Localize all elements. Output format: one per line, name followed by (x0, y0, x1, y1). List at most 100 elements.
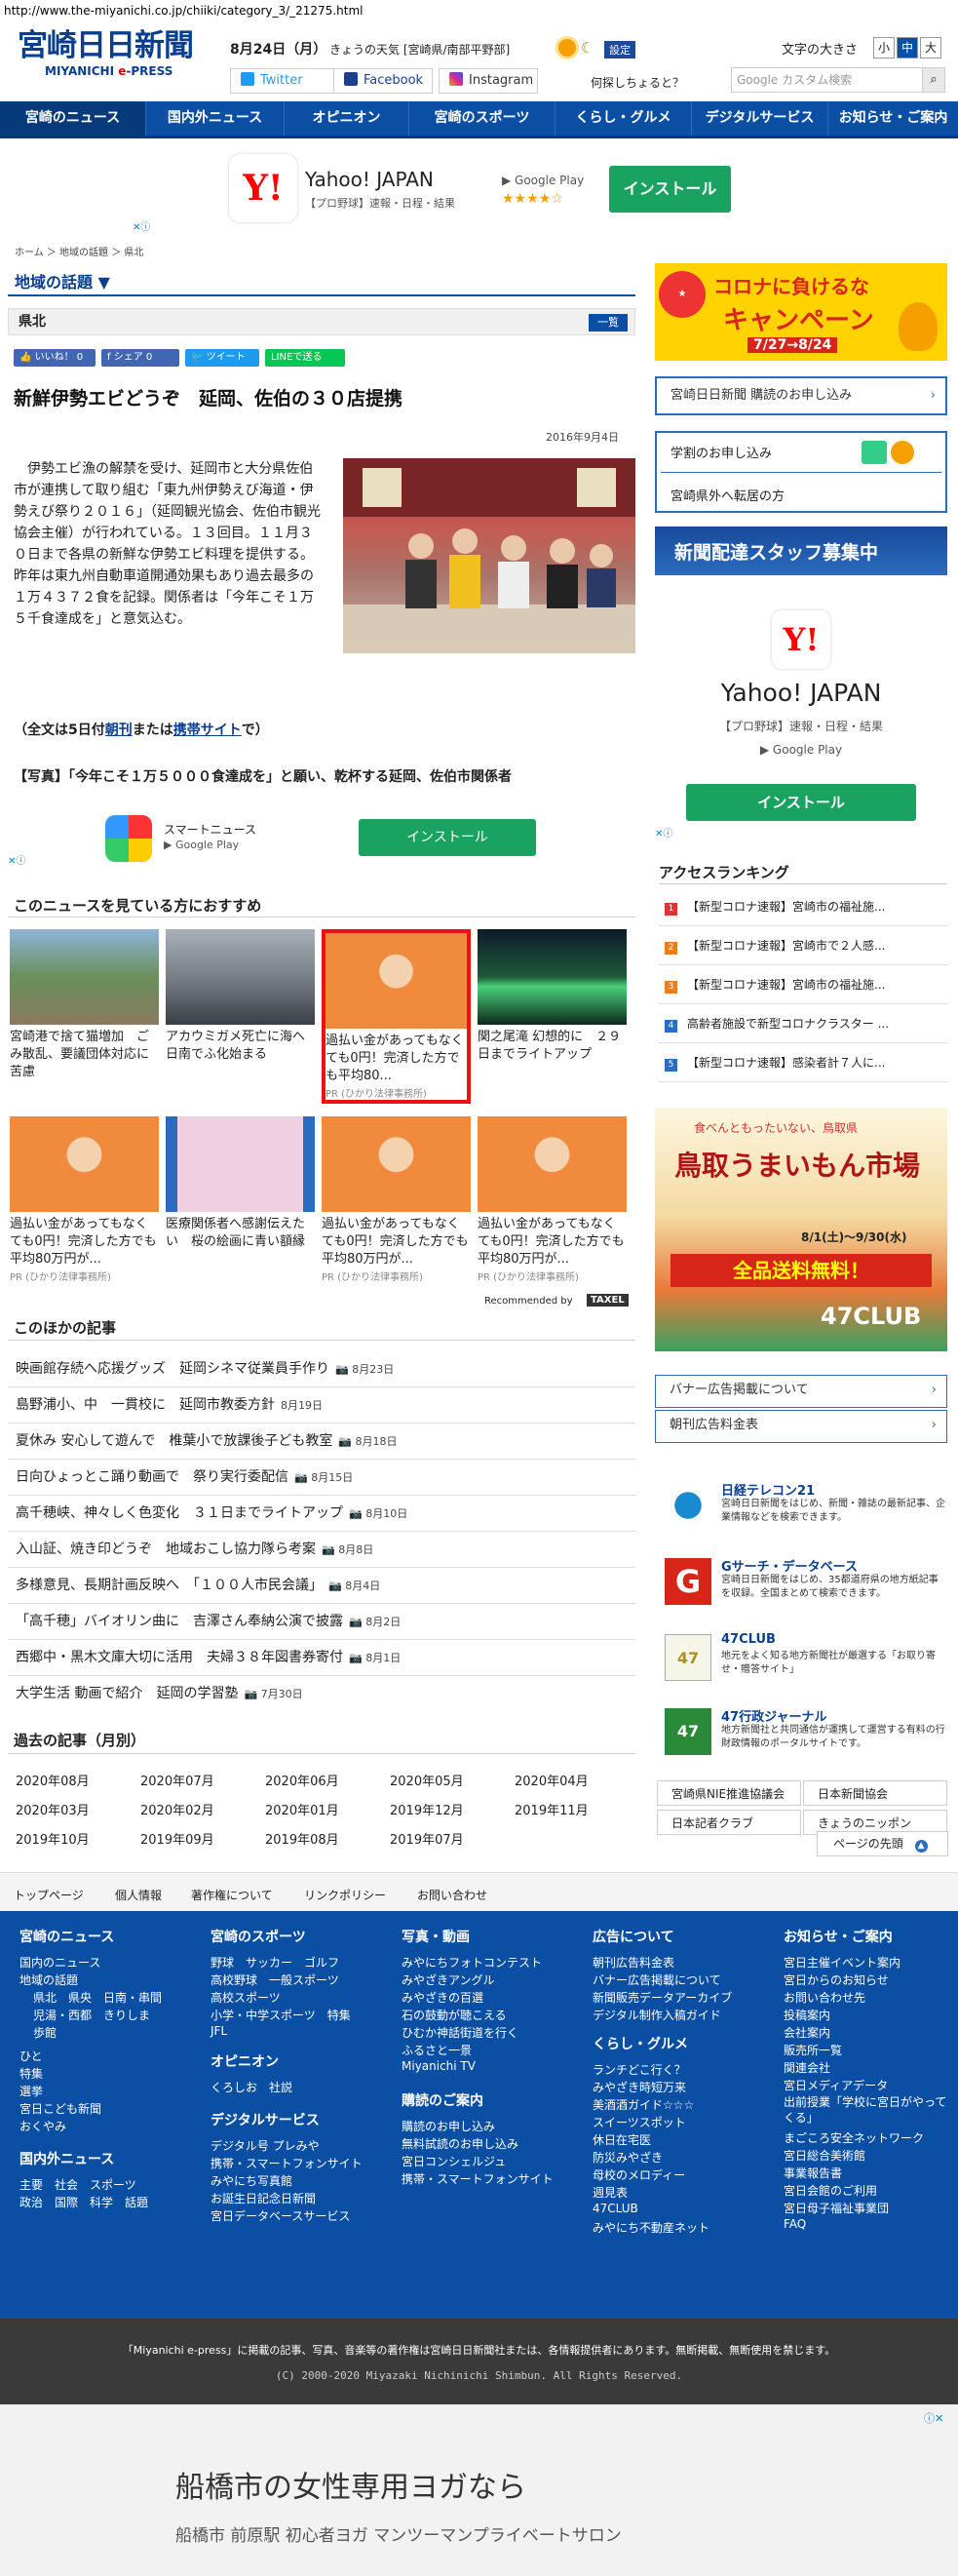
footer-item[interactable]: ランチどこ行く？ (593, 2061, 686, 2078)
ranking-item[interactable]: 3 【新型コロナ速報】宮崎市の福祉施... (659, 965, 947, 1004)
footer-item[interactable]: 国内のニュース (19, 1954, 100, 1971)
recommend-item[interactable]: 宮崎港で捨て猫増加 ごみ散乱、要議団体対応に苦慮 (10, 929, 159, 1081)
tweet-button[interactable]: 🐦 ツイート (185, 349, 259, 367)
student-discount-link[interactable]: 学割のお申し込み (671, 443, 772, 461)
campaign-banner[interactable]: ★ コロナに負けるな キャンペーン 7/27→8/24 (655, 263, 947, 361)
footer-heading[interactable]: 国内外ニュース (19, 2149, 114, 2168)
footer-item[interactable]: 県北 県央 日南・串間 (33, 1989, 162, 2006)
footer-item[interactable]: 宮日こども新聞 (19, 2100, 101, 2117)
month-link[interactable]: 2020年01月 (265, 1800, 339, 1818)
other-article-item[interactable]: 高千穂峡、神々しく色変化 ３１日までライトアップ 📷 8月10日 (8, 1496, 635, 1532)
footer-heading[interactable]: 広告について (593, 1927, 674, 1946)
nav-item-info[interactable]: お知らせ・ご案内 (828, 101, 958, 136)
footer-item[interactable]: 出前授業「学校に宮日がやってくる」 (784, 2094, 949, 2126)
footer-item[interactable]: 宮日データベースサービス (211, 2207, 350, 2224)
font-size-small-button[interactable]: 小 (873, 37, 895, 59)
morning-ad-link[interactable]: 朝刊広告料金表 › (655, 1410, 947, 1443)
footer-item[interactable]: 朝刊広告料金表 (593, 1954, 674, 1971)
footer-item[interactable]: JFL (211, 2024, 227, 2038)
press-club-link[interactable]: 日本記者クラブ (657, 1810, 801, 1835)
ranking-item[interactable]: 4 高齢者施設で新型コロナクラスター ... (659, 1004, 947, 1043)
other-article-item[interactable]: 映画館存続へ応援グッズ 延岡シネマ従業員手作り 📷 8月23日 (8, 1351, 635, 1387)
section-title[interactable]: 地域の話題 ▼ (15, 269, 110, 293)
ranking-item[interactable]: 5 【新型コロナ速報】感染者計７人に... (659, 1043, 947, 1082)
twitter-button[interactable]: Twitter (230, 68, 339, 94)
month-link[interactable]: 2020年06月 (265, 1771, 339, 1789)
footer-link-policy[interactable]: リンクポリシー (304, 1887, 386, 1903)
footer-item[interactable]: 政治 国際 科学 話題 (19, 2194, 148, 2210)
footer-item[interactable]: 地域の話題 (19, 1971, 78, 1988)
footer-item[interactable]: 宮日総合美術館 (784, 2147, 865, 2164)
search-button[interactable]: ⌕ (922, 67, 945, 93)
recruit-banner[interactable]: 新聞配達スタッフ募集中 (655, 527, 947, 575)
tottori-banner[interactable]: 食べんともったいない、鳥取県 鳥取うまいもん市場 8/1(土)〜9/30(水) … (655, 1108, 947, 1351)
footer-item[interactable]: お問い合わせ先 (784, 1989, 865, 2006)
weather-settings-button[interactable]: 設定 (604, 41, 635, 59)
search-input[interactable]: Google カスタム検索 (731, 67, 932, 93)
recommend-item-pr[interactable]: 過払い金があってもなくても0円！完済した方でも平均80... PR (ひかり法律… (322, 929, 471, 1104)
footer-item[interactable]: バナー広告掲載について (593, 1971, 721, 1988)
other-article-item[interactable]: 大学生活 動画で紹介 延岡の学習塾 📷 7月30日 (8, 1676, 635, 1712)
footer-item[interactable]: 高校野球 一般スポーツ (211, 1971, 339, 1988)
footer-heading[interactable]: 写真・動画 (402, 1927, 470, 1946)
month-link[interactable]: 2020年02月 (140, 1800, 214, 1818)
month-link[interactable]: 2019年08月 (265, 1829, 339, 1848)
footer-heading[interactable]: 宮崎のスポーツ (211, 1927, 306, 1946)
footer-item[interactable]: みやにちフォトコンテスト (402, 1954, 542, 1971)
nav-item-miyazaki-news[interactable]: 宮崎のニュース (0, 101, 146, 136)
ranking-item[interactable]: 1 【新型コロナ速報】宮崎市の福祉施... (659, 887, 947, 926)
footer-item[interactable]: スイーツスポット (593, 2114, 686, 2130)
nav-item-opinion[interactable]: オピニオン (285, 101, 409, 136)
footer-item[interactable]: 携帯・スマートフォンサイト (211, 2155, 363, 2171)
footer-item[interactable]: 野球 サッカー ゴルフ (211, 1954, 339, 1971)
footer-link-copyright[interactable]: 著作権について (191, 1887, 273, 1903)
banner-ad-link[interactable]: バナー広告掲載について › (655, 1375, 947, 1408)
service-47club[interactable]: 47 47CLUB 地元をよく知る地方新聞社が厳選する「お取り寄せ・贈答サイト」 (659, 1628, 947, 1700)
site-logo[interactable]: 宮崎日日新聞 MIYANICHI e-PRESS (18, 27, 198, 90)
recommend-item-pr[interactable]: 過払い金があってもなくても0円！完済した方でも平均80万円が... PR (ひか… (478, 1116, 627, 1283)
footer-item[interactable]: くろしお 社説 (211, 2079, 292, 2095)
install-button[interactable]: インストール (609, 166, 731, 213)
footer-item[interactable]: お誕生日記念日新聞 (211, 2190, 316, 2206)
month-link[interactable]: 2019年11月 (515, 1800, 589, 1818)
footer-item[interactable]: 選挙 (19, 2083, 43, 2099)
facebook-button[interactable]: Facebook (333, 68, 433, 94)
footer-heading[interactable]: 購読のご案内 (402, 2090, 483, 2110)
footer-item[interactable]: 購読のお申し込み (402, 2118, 495, 2134)
recommend-item-pr[interactable]: 過払い金があってもなくても0円！完済した方でも平均80万円が... PR (ひか… (322, 1116, 471, 1283)
footer-item[interactable]: デジタル制作入稿ガイド (593, 2007, 721, 2023)
instagram-button[interactable]: Instagram (439, 68, 538, 94)
page-top-button[interactable]: ページの先頭 ▲ (817, 1831, 948, 1856)
footer-item[interactable]: 宮日会館のご利用 (784, 2182, 877, 2199)
nav-item-gourmet[interactable]: くらし・グルメ (556, 101, 692, 136)
nav-item-sports[interactable]: 宮崎のスポーツ (409, 101, 556, 136)
other-article-item[interactable]: 日向ひょっとこ踊り動画で 祭り実行委配信 📷 8月15日 (8, 1460, 635, 1496)
moving-out-link[interactable]: 宮崎県外へ転居の方 (671, 486, 785, 504)
footer-item[interactable]: 事業報告書 (784, 2165, 842, 2181)
list-button[interactable]: 一覧 (589, 314, 628, 332)
yahoo-install-button[interactable]: インストール (686, 784, 916, 821)
article-photo[interactable] (343, 458, 635, 653)
recommend-item[interactable]: 関之尾滝 幻想的に ２９日までライトアップ (478, 929, 627, 1064)
sidebar-yahoo-ad[interactable]: Y! Yahoo! JAPAN 【プロ野球】速報・日程・結果 ▶ Google … (655, 599, 947, 833)
month-link[interactable]: 2019年07月 (390, 1829, 464, 1848)
footer-item[interactable]: ひむか神話街道を行く (402, 2024, 518, 2041)
bottom-ad[interactable]: 船橋市の女性専用ヨガなら 船橋市 前原駅 初心者ヨガ マンツーマンプライベートサ… (0, 2404, 958, 2576)
footer-item[interactable]: みやざきの百選 (402, 1989, 483, 2006)
month-link[interactable]: 2019年09月 (140, 1829, 214, 1848)
footer-heading[interactable]: オピニオン (211, 2051, 279, 2071)
footer-item[interactable]: 投稿案内 (784, 2007, 830, 2023)
footer-item[interactable]: みやにち写真館 (211, 2172, 292, 2189)
adchoices-icon-2[interactable]: ✕ⓘ (8, 852, 25, 867)
service-47gyosei[interactable]: 47 47行政ジャーナル 地方新聞社と共同通信が運携して運営する有料の行財政情報… (659, 1702, 947, 1775)
footer-item[interactable]: 無料試読のお申し込み (402, 2135, 518, 2152)
footer-item[interactable]: 歩館 (33, 2024, 57, 2041)
smartnews-install-button[interactable]: インストール (359, 819, 536, 856)
month-link[interactable]: 2020年05月 (390, 1771, 464, 1789)
font-size-large-button[interactable]: 大 (920, 37, 941, 59)
footer-item[interactable]: 携帯・スマートフォンサイト (402, 2170, 554, 2187)
footer-item[interactable]: 防災みやざき (593, 2149, 663, 2166)
footer-heading[interactable]: 宮崎のニュース (19, 1927, 114, 1946)
taxel-logo[interactable]: TAXEL (587, 1294, 629, 1307)
footer-item[interactable]: 販売所一覧 (784, 2042, 842, 2058)
